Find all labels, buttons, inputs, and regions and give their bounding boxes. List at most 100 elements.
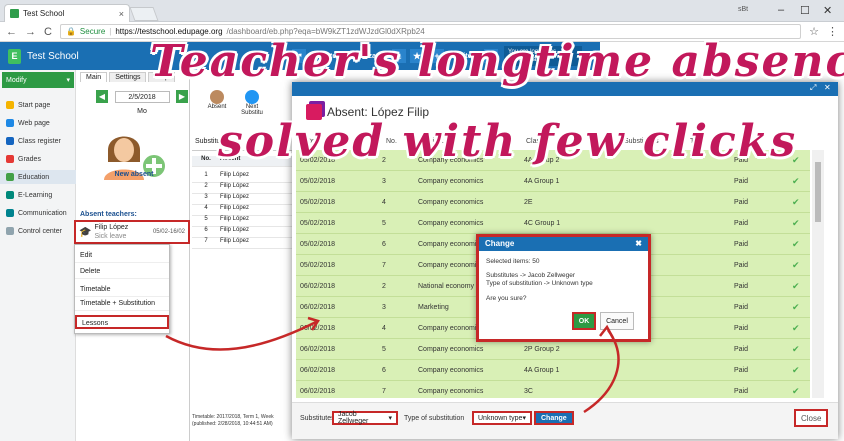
table-cell: 7 [382, 261, 386, 269]
prev-day-icon[interactable]: ◀ [96, 90, 108, 103]
ok-button[interactable]: OK [572, 312, 596, 330]
table-cell: 06/02/2018 [300, 387, 336, 395]
table-row[interactable]: 06/02/2018 7 Company economics 3C Paid ✔ [296, 381, 810, 398]
table-row[interactable]: 05/02/2018 4 Company economics 2E Paid ✔ [296, 192, 810, 213]
forward-icon[interactable]: → [25, 26, 36, 38]
close-button[interactable]: Close [794, 409, 829, 427]
browser-tab[interactable]: Test School × [4, 4, 130, 22]
control-center-icon [6, 227, 14, 235]
modify-button[interactable]: Modify ▾ [2, 72, 74, 88]
sidebar-item-web-page[interactable]: Web page [6, 116, 50, 130]
table-cell: 05/02/2018 [300, 219, 336, 227]
type-cell: Paid [734, 177, 749, 185]
back-icon[interactable]: ← [6, 26, 17, 38]
sidebar-item-communication[interactable]: Communication [6, 206, 67, 220]
table-cell: Company economics [418, 177, 484, 185]
education-icon [6, 173, 14, 181]
confirm-line-1: Substitutes -> Jacob Zellweger [486, 272, 576, 279]
confirm-close-icon[interactable]: ✖ [635, 239, 642, 249]
table-cell: 05/02/2018 [300, 198, 336, 206]
absent-button[interactable]: Absent [204, 90, 230, 110]
next-day-icon[interactable]: ▶ [176, 90, 188, 103]
table-cell: 3C [524, 387, 533, 395]
url-path: /dashboard/eb.php?eqa=bW9kZT1zdWJzdGl0dX… [226, 27, 425, 36]
type-cell: Paid [734, 219, 749, 227]
sidebar-item-education[interactable]: Education [0, 170, 76, 184]
table-row[interactable]: 1 Filip López [192, 172, 292, 183]
menu-item-delete[interactable]: Delete [75, 265, 169, 279]
close-window-icon[interactable]: ✕ [823, 4, 832, 17]
sidebar-item-grades[interactable]: Grades [6, 152, 41, 166]
date-input[interactable]: 2/5/2018 [114, 90, 170, 103]
new-tab-button[interactable] [129, 7, 159, 21]
close-tab-icon[interactable]: × [119, 9, 124, 19]
table-row[interactable]: 6 Filip López [192, 227, 292, 238]
table-row[interactable]: 3 Filip López [192, 194, 292, 205]
sidebar-item-e-learning[interactable]: E-Learning [6, 188, 52, 202]
grid-scrollbar[interactable] [812, 150, 824, 398]
check-icon: ✔ [792, 217, 800, 228]
minimize-icon[interactable]: – [778, 4, 784, 16]
person-icon [210, 90, 224, 104]
table-cell: Company economics [418, 387, 484, 395]
menu-item-lessons[interactable]: Lessons [75, 315, 169, 329]
confirm-selected: Selected items: 50 [486, 258, 540, 265]
table-row[interactable]: 2 Filip López [192, 183, 292, 194]
check-icon: ✔ [792, 385, 800, 396]
type-select[interactable]: Unknown type ▾ [472, 411, 532, 425]
table-cell: 06/02/2018 [300, 303, 336, 311]
browser-user-chip[interactable]: sBt [738, 6, 748, 13]
star-icon [6, 101, 14, 109]
arrow-down-icon [245, 90, 259, 104]
tab-main[interactable]: Main [80, 72, 108, 82]
table-cell: Company economics [418, 366, 484, 374]
type-cell: Paid [734, 303, 749, 311]
table-row[interactable]: 4 Filip López [192, 205, 292, 216]
graduation-cap-icon: 🎓 [79, 226, 92, 238]
check-icon: ✔ [792, 175, 800, 186]
annotation-line-1: Teacher's longtime absence [150, 36, 844, 87]
menu-item-timetable-substitution[interactable]: Timetable + Substitution [75, 297, 169, 311]
table-cell: 05/02/2018 [300, 240, 336, 248]
table-row[interactable]: 06/02/2018 5 Company economics 2P Group 2 Pa… [296, 339, 810, 360]
absent-teacher-row[interactable]: 🎓 Filip López Sick leave 05/02-16/02 [74, 220, 190, 244]
type-cell: Paid [734, 324, 749, 332]
sidebar-item-class-register[interactable]: Class register [6, 134, 61, 148]
sidebar-item-control-center[interactable]: Control center [6, 224, 62, 238]
chat-icon [6, 209, 14, 217]
table-row[interactable]: 7 Filip López [192, 238, 292, 249]
maximize-icon[interactable]: ☐ [800, 4, 810, 17]
table-cell: 06/02/2018 [300, 366, 336, 374]
table-row[interactable]: 06/02/2018 6 Company economics 4A Group 1 Pa… [296, 360, 810, 381]
chevron-down-icon: ▾ [388, 415, 392, 422]
menu-item-timetable[interactable]: Timetable [75, 283, 169, 297]
context-menu: Edit Delete Timetable Timetable + Substi… [74, 244, 170, 334]
menu-item-edit[interactable]: Edit [75, 249, 169, 263]
url-host: https://testschool.edupage.org [115, 27, 223, 36]
tab-settings[interactable]: Settings [109, 72, 147, 82]
new-absent-label[interactable]: New absent [80, 171, 188, 178]
substitute-select[interactable]: Jacob Zellweger ▾ [332, 411, 398, 425]
table-cell: 3 [382, 177, 386, 185]
cancel-button[interactable]: Cancel [600, 312, 634, 330]
check-icon: ✔ [792, 364, 800, 375]
new-absent-avatar[interactable] [100, 128, 167, 180]
grades-icon [6, 155, 14, 163]
scroll-thumb[interactable] [815, 162, 821, 222]
next-substitute-button[interactable]: Next Substitu [238, 90, 266, 116]
table-cell: 2P Group 2 [524, 345, 560, 353]
school-name[interactable]: Test School [27, 51, 79, 62]
change-button[interactable]: Change [534, 411, 574, 425]
table-row[interactable]: 5 Filip López [192, 216, 292, 227]
secure-label: Secure [79, 27, 106, 36]
table-row[interactable]: 05/02/2018 5 Company economics 4C Group 1 Pa… [296, 213, 810, 234]
table-row[interactable]: 05/02/2018 3 Company economics 4A Group 1 Pa… [296, 171, 810, 192]
confirm-line-2: Type of substitution -> Unknown type [486, 280, 593, 287]
sidebar-item-start-page[interactable]: Start page [6, 98, 50, 112]
table-cell: 7 [382, 387, 386, 395]
dialog-footer: Substitutes Jacob Zellweger ▾ Type of sub… [292, 402, 838, 439]
table-cell: 5 [382, 219, 386, 227]
reload-icon[interactable]: C [44, 26, 52, 38]
table-cell: 3 [382, 303, 386, 311]
table-cell: 4A Group 1 [524, 366, 560, 374]
